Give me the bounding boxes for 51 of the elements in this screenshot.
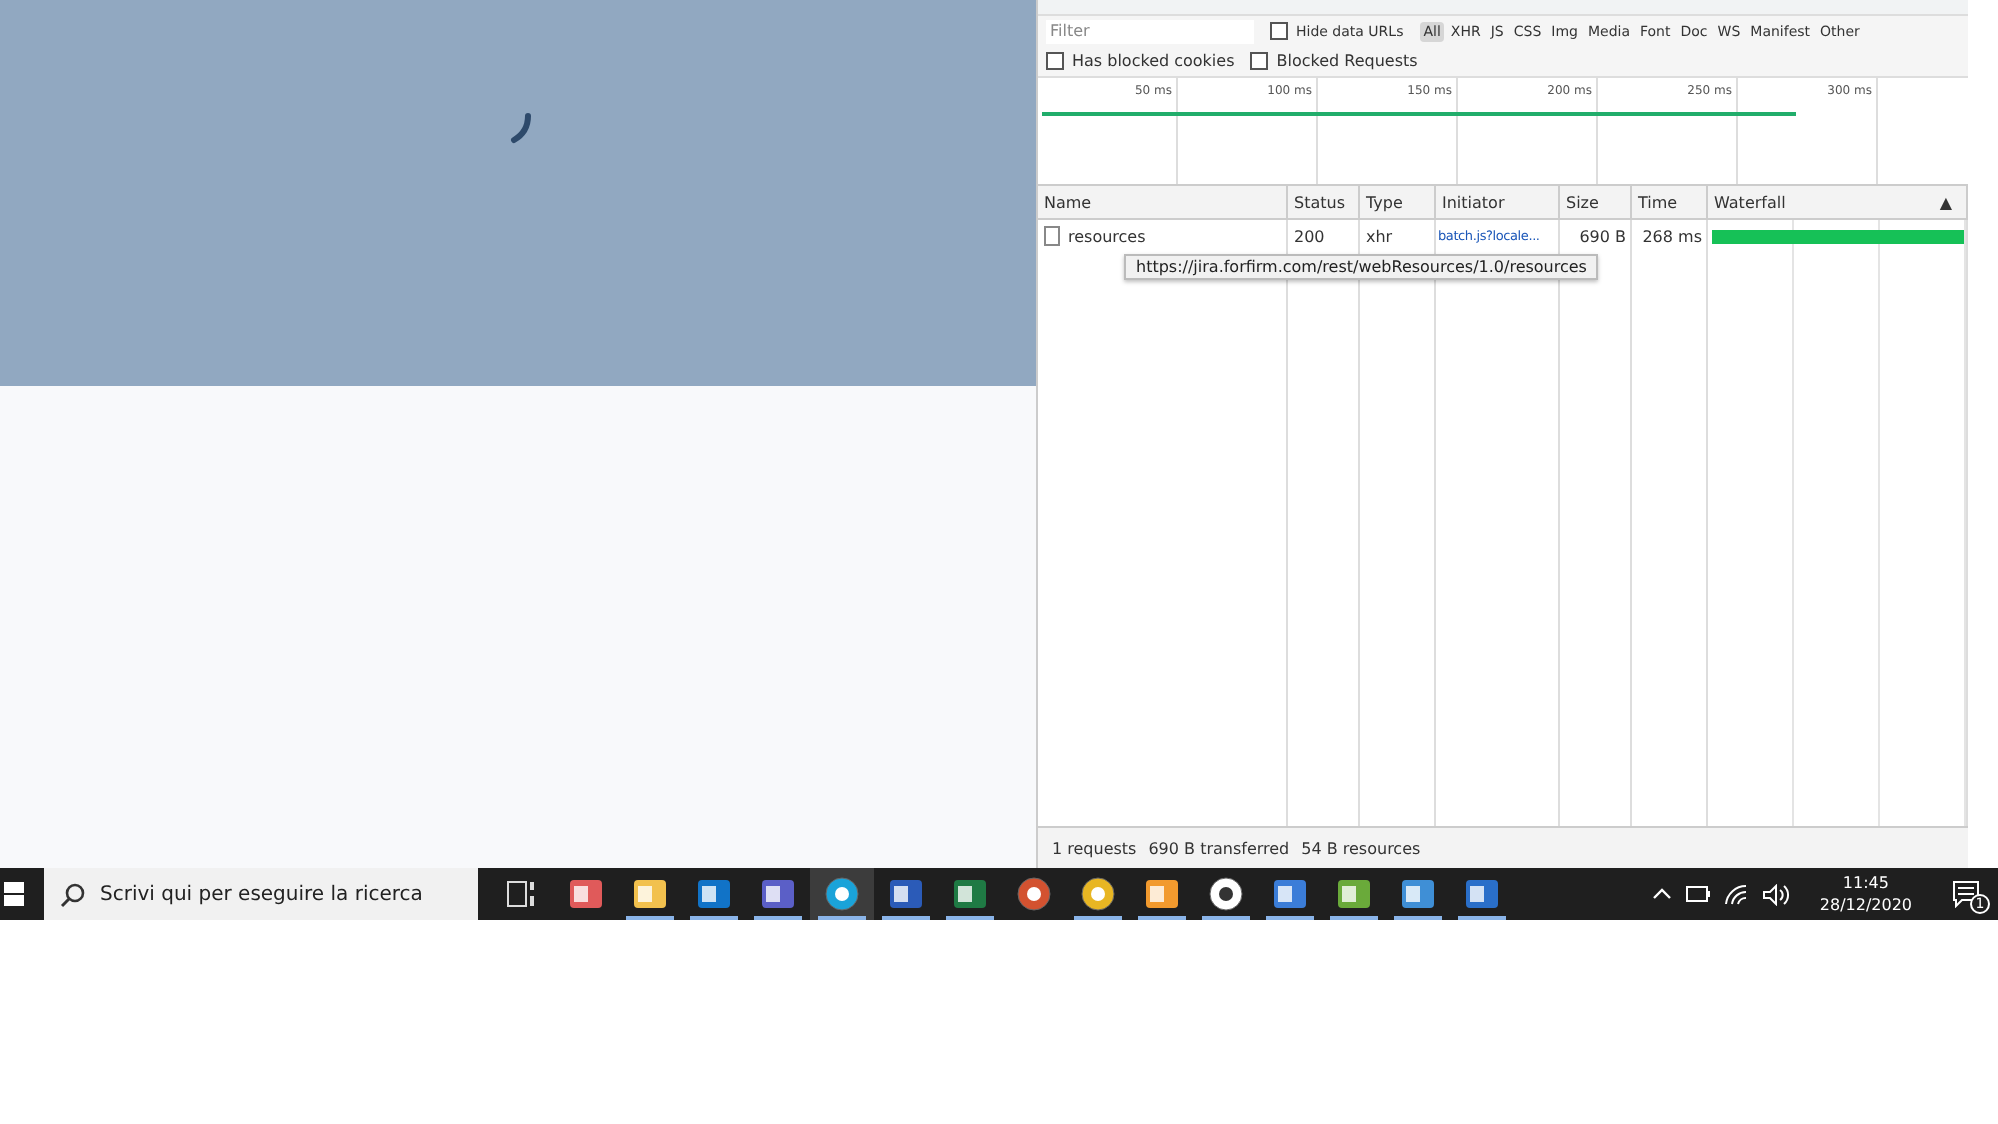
app-icon (1336, 876, 1372, 912)
app-icon (1208, 876, 1244, 912)
column-header[interactable]: Waterfall (1714, 193, 1786, 211)
status-text: 1 requests (1052, 839, 1137, 857)
status-text: 54 B resources (1301, 839, 1421, 857)
spinner-icon (510, 112, 534, 144)
windows-start-icon[interactable] (4, 882, 24, 906)
taskbar-search-field[interactable]: Scrivi qui per eseguire la ricerca (44, 868, 478, 920)
app-icon (760, 876, 796, 912)
table-cell: resources (1068, 227, 1146, 245)
checkbox-label: Has blocked cookies (1072, 52, 1235, 70)
column-header[interactable]: Name (1044, 193, 1092, 211)
app-icon (632, 876, 668, 912)
notification-icon (1952, 880, 1980, 908)
table-cell: 690 B (1579, 227, 1626, 245)
table-cell: 200 (1294, 227, 1325, 245)
status-text: 690 B transferred (1148, 839, 1290, 857)
file-icon (1044, 226, 1060, 246)
sort-icon[interactable]: ▲ (1939, 193, 1952, 211)
app-icon (568, 876, 604, 912)
checkbox-label: Blocked Requests (1276, 52, 1418, 70)
wifi-icon[interactable] (1723, 883, 1748, 905)
column-header[interactable]: Initiator (1442, 193, 1505, 211)
table-cell: xhr (1366, 227, 1393, 245)
filter-field[interactable]: Filter (1046, 19, 1254, 43)
task-view-icon (506, 880, 538, 908)
app-icon (696, 876, 732, 912)
app-icon (1144, 876, 1180, 912)
app-icon (888, 876, 924, 912)
chevron-up-icon[interactable] (1651, 886, 1672, 902)
app-icon (824, 876, 860, 912)
checkbox[interactable] (1046, 52, 1064, 70)
column-header[interactable]: Status (1294, 193, 1345, 211)
app-icon (1400, 876, 1436, 912)
column-header[interactable]: Size (1566, 193, 1599, 211)
search-icon (60, 881, 86, 907)
checkbox[interactable] (1250, 52, 1269, 70)
clock[interactable]: 11:45 28/12/2020 (1819, 872, 1912, 916)
app-icon (1272, 876, 1308, 912)
checkbox[interactable] (1270, 22, 1288, 40)
url-tooltip: https://jira.forfirm.com/rest/webResources/1.0/resources (1124, 254, 1599, 280)
taskbar-app-button[interactable] (810, 868, 874, 920)
app-icon (1016, 876, 1052, 912)
table-cell: 268 ms (1642, 227, 1702, 245)
app-icon (952, 876, 988, 912)
speaker-icon[interactable] (1761, 883, 1790, 905)
battery-icon[interactable] (1685, 886, 1710, 902)
app-icon (1080, 876, 1116, 912)
column-header[interactable]: Type (1366, 193, 1403, 211)
column-header[interactable]: Time (1638, 193, 1678, 211)
app-icon (1464, 876, 1500, 912)
